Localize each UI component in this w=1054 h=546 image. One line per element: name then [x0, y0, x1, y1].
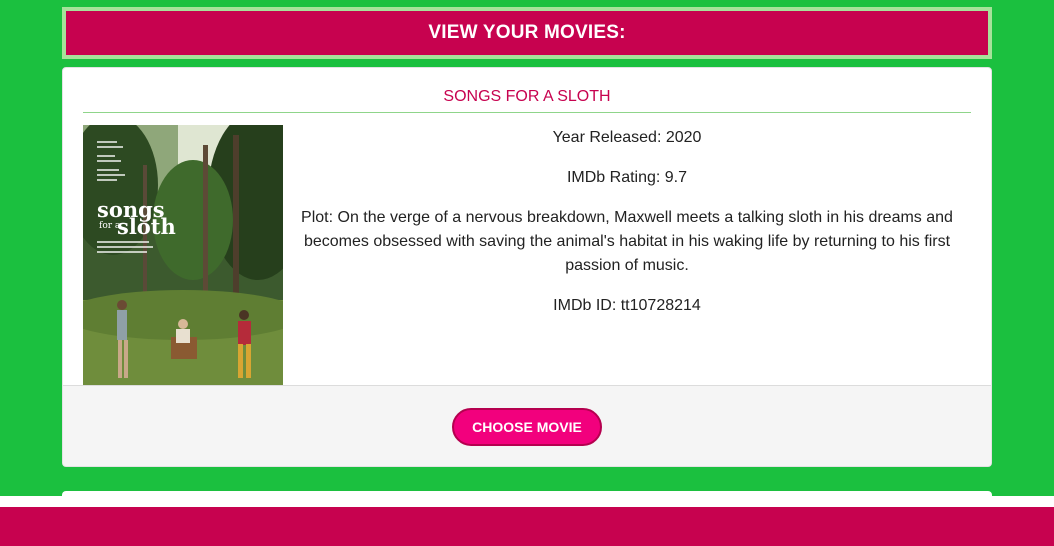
movie-imdb-id: IMDb ID: tt10728214: [553, 297, 701, 314]
movie-rating: IMDb Rating: 9.7: [566, 169, 688, 186]
movie-plot: Plot: On the verge of a nervous breakdow…: [301, 209, 953, 274]
footer-bar: [0, 507, 1054, 546]
page: VIEW YOUR MOVIES: SONGS FOR A SLOTH song…: [0, 0, 1054, 546]
movie-card: SONGS FOR A SLOTH songs for a sloth Year…: [62, 67, 992, 467]
header-banner: VIEW YOUR MOVIES:: [62, 7, 992, 59]
poster-title-line3: sloth: [117, 214, 176, 239]
card-footer: CHOOSE MOVIE: [63, 385, 991, 466]
movie-poster: songs for a sloth: [83, 125, 283, 385]
movie-details: Year Released: 2020 IMDb Rating: 9.7 Plo…: [293, 126, 961, 334]
poster-image: songs for a sloth: [83, 125, 283, 385]
movie-title: SONGS FOR A SLOTH: [83, 88, 971, 113]
choose-movie-button[interactable]: CHOOSE MOVIE: [452, 408, 602, 446]
page-title: VIEW YOUR MOVIES:: [428, 22, 626, 43]
movie-year: Year Released: 2020: [552, 129, 702, 146]
